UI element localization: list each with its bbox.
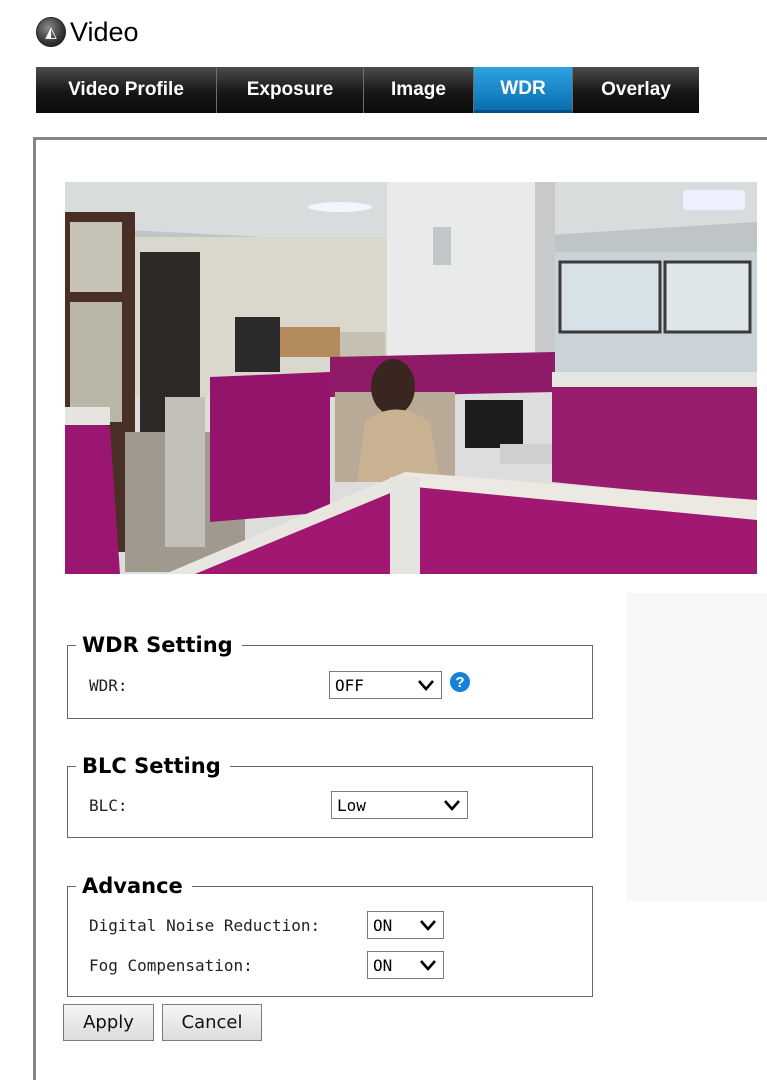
wdr-label: WDR: <box>89 675 128 695</box>
camera-aperture-icon: ◭ <box>36 17 66 47</box>
dnr-row: Digital Noise Reduction: <box>89 911 320 939</box>
blc-row: BLC: <box>89 791 128 819</box>
dnr-label: Digital Noise Reduction: <box>89 915 321 935</box>
fog-row: Fog Compensation: <box>89 951 253 979</box>
chevron-down-icon <box>420 920 436 931</box>
chevron-down-icon <box>444 800 460 811</box>
tab-video-profile[interactable]: Video Profile <box>36 67 217 113</box>
camera-preview <box>65 182 757 574</box>
dnr-select-value: ON <box>373 915 393 935</box>
page-title-text: Video <box>70 16 139 47</box>
wdr-row: WDR: <box>89 671 128 699</box>
tab-overlay[interactable]: Overlay <box>573 67 699 113</box>
fog-label: Fog Compensation: <box>89 955 253 975</box>
apply-button[interactable]: Apply <box>63 1004 154 1041</box>
fog-select[interactable]: ON <box>367 951 444 979</box>
chevron-down-icon <box>420 960 436 971</box>
wdr-setting-legend: WDR Setting <box>82 633 233 657</box>
panel-shade <box>627 593 767 901</box>
wdr-select-value: OFF <box>335 675 364 695</box>
camera-preview-image <box>65 182 757 574</box>
advance-legend: Advance <box>82 874 183 898</box>
dnr-select[interactable]: ON <box>367 911 444 939</box>
tab-wdr[interactable]: WDR <box>474 67 573 113</box>
help-icon[interactable]: ? <box>450 672 470 692</box>
wdr-select[interactable]: OFF <box>329 671 442 699</box>
chevron-down-icon <box>418 680 434 691</box>
page-title: ◭ Video <box>36 13 139 51</box>
blc-setting-group: BLC Setting <box>67 754 593 838</box>
fog-select-value: ON <box>373 955 393 975</box>
tab-image[interactable]: Image <box>364 67 474 113</box>
tab-exposure[interactable]: Exposure <box>217 67 364 113</box>
blc-setting-legend: BLC Setting <box>82 754 221 778</box>
tab-bar: Video Profile Exposure Image WDR Overlay <box>36 67 699 113</box>
blc-select[interactable]: Low <box>331 791 468 819</box>
blc-label: BLC: <box>89 795 128 815</box>
cancel-button[interactable]: Cancel <box>162 1004 262 1041</box>
blc-select-value: Low <box>337 795 366 815</box>
